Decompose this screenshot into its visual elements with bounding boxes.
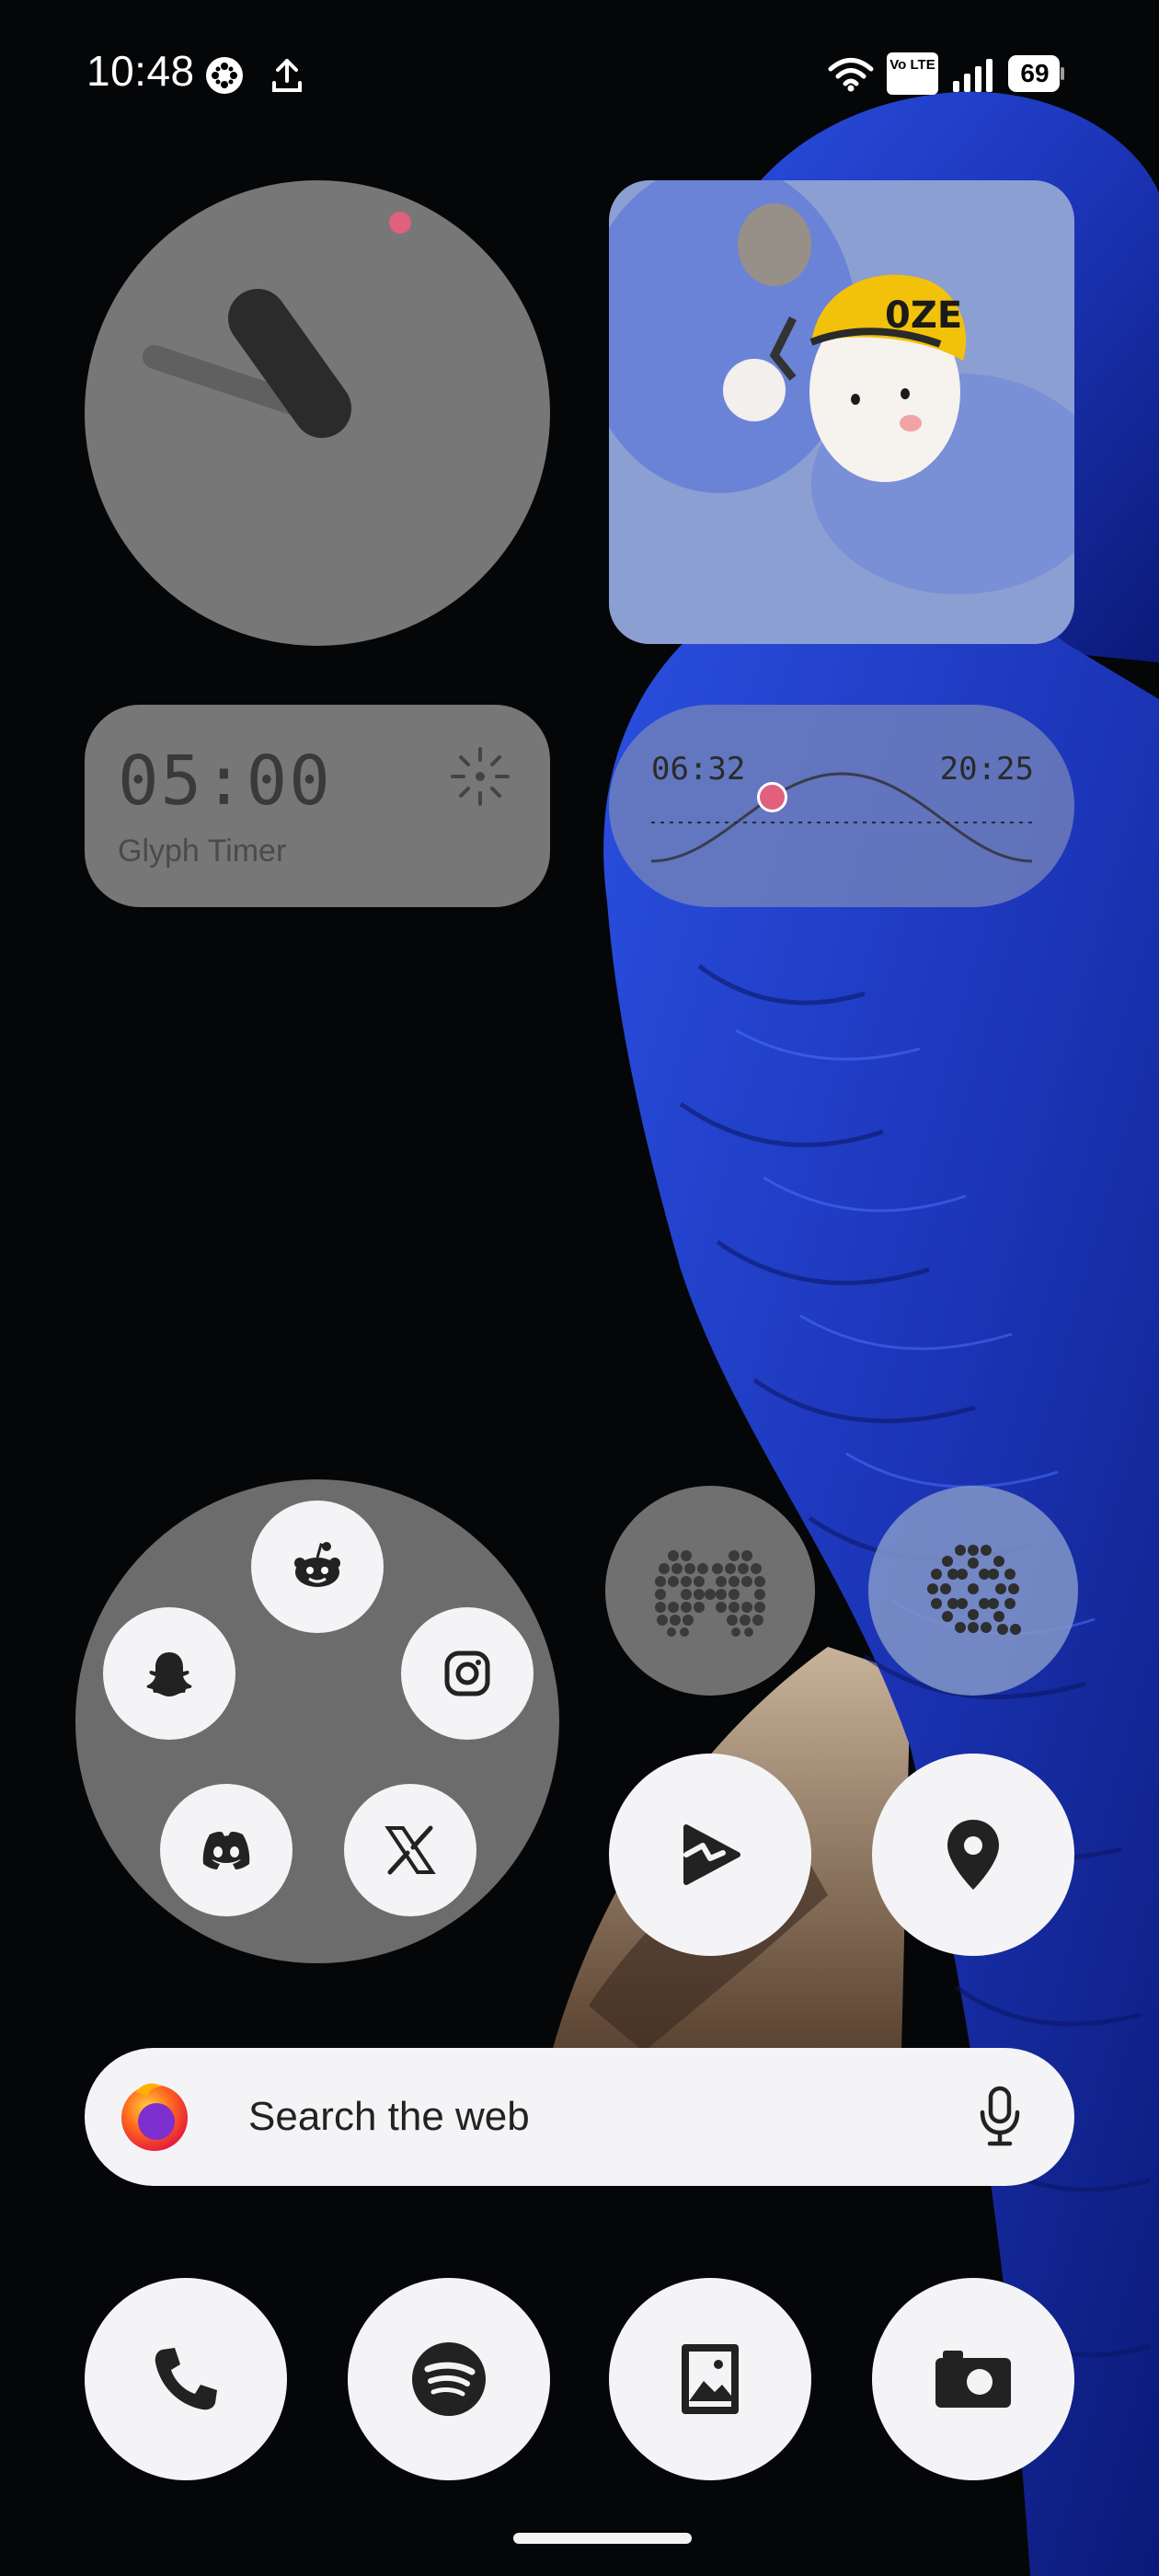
clock-second-dot bbox=[389, 212, 411, 234]
upload-icon bbox=[272, 59, 302, 92]
firefox-icon bbox=[121, 2083, 188, 2151]
maps-app[interactable] bbox=[872, 1754, 1074, 1956]
phone-icon bbox=[155, 2348, 217, 2410]
home-indicator[interactable] bbox=[513, 2533, 692, 2544]
status-time: 10:48 bbox=[86, 47, 195, 95]
sun-burst-icon bbox=[451, 747, 510, 806]
gallery-icon bbox=[682, 2344, 739, 2414]
film-reel-app[interactable] bbox=[868, 1486, 1078, 1696]
reddit-app[interactable] bbox=[251, 1501, 384, 1633]
status-bar: 10:48 Vo LTE 69 bbox=[0, 0, 1159, 147]
x-app[interactable] bbox=[344, 1784, 476, 1916]
mascot-photo: 0ZE bbox=[609, 180, 1074, 644]
search-placeholder: Search the web bbox=[248, 2094, 530, 2139]
analog-clock-widget[interactable] bbox=[85, 180, 550, 646]
battery-level: 69 bbox=[1020, 59, 1050, 87]
maps-pin-icon bbox=[947, 1820, 999, 1890]
dock-camera[interactable] bbox=[872, 2278, 1074, 2480]
play-games-app[interactable] bbox=[609, 1754, 811, 1956]
dock-gallery[interactable] bbox=[609, 2278, 811, 2480]
snapchat-icon bbox=[146, 1652, 192, 1696]
sun-times-widget[interactable]: 06:32 20:25 bbox=[609, 705, 1074, 907]
spotify-icon bbox=[412, 2342, 486, 2416]
games-icon bbox=[655, 1550, 765, 1637]
mic-icon[interactable] bbox=[977, 2085, 1023, 2149]
discord-app[interactable] bbox=[160, 1784, 293, 1916]
discord-icon bbox=[202, 1831, 250, 1869]
timer-time: 05:00 bbox=[118, 742, 332, 821]
film-reel-icon bbox=[927, 1545, 1021, 1635]
battery-icon: 69 bbox=[1008, 55, 1065, 92]
play-games-icon bbox=[683, 1824, 740, 1885]
glyph-timer-widget[interactable]: 05:00 Glyph Timer bbox=[85, 705, 550, 907]
x-icon bbox=[384, 1825, 436, 1875]
reddit-icon bbox=[294, 1542, 340, 1587]
dock-spotify[interactable] bbox=[348, 2278, 550, 2480]
camera-icon bbox=[935, 2351, 1011, 2408]
clock-face bbox=[143, 212, 411, 438]
signal-icon bbox=[953, 59, 993, 92]
wifi-icon bbox=[828, 58, 874, 92]
dock-phone[interactable] bbox=[85, 2278, 287, 2480]
pinwheel-icon bbox=[206, 57, 243, 94]
instagram-icon bbox=[444, 1650, 490, 1696]
svg-text:0ZE: 0ZE bbox=[885, 294, 962, 337]
app-folder[interactable] bbox=[75, 1479, 559, 1963]
web-search-bar[interactable]: Search the web bbox=[85, 2048, 1074, 2186]
games-app[interactable] bbox=[605, 1486, 815, 1696]
volte-icon: Vo LTE bbox=[887, 52, 938, 95]
snapchat-app[interactable] bbox=[103, 1607, 235, 1740]
sun-position-dot bbox=[757, 782, 787, 812]
timer-label: Glyph Timer bbox=[118, 834, 287, 868]
instagram-app[interactable] bbox=[401, 1607, 534, 1740]
sun-curve bbox=[650, 772, 1033, 863]
photo-widget[interactable]: 0ZE bbox=[609, 180, 1074, 644]
